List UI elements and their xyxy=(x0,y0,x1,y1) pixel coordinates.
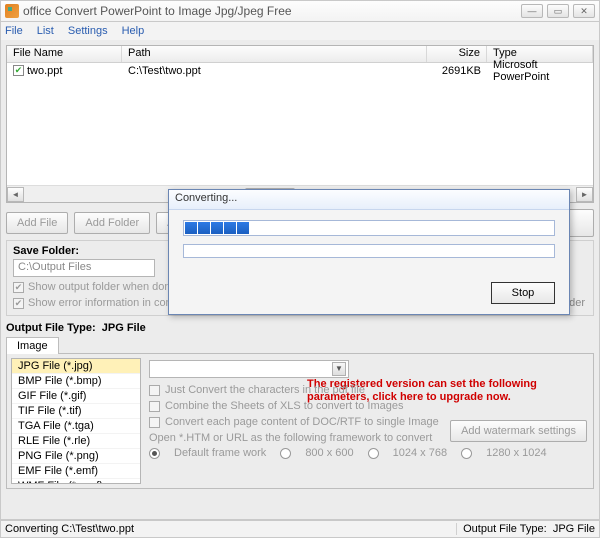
menu-settings[interactable]: Settings xyxy=(68,25,108,37)
image-options: ▼ Just Convert the characters in the pdf… xyxy=(145,354,593,488)
menu-help[interactable]: Help xyxy=(122,25,145,37)
minimize-button[interactable]: — xyxy=(521,4,543,18)
scroll-right-icon[interactable]: ► xyxy=(576,187,593,202)
image-dropdown[interactable]: ▼ xyxy=(149,360,349,378)
output-path-input[interactable]: C:\Output Files xyxy=(13,259,155,277)
list-item[interactable]: PNG File (*.png) xyxy=(12,449,140,464)
list-item[interactable]: TGA File (*.tga) xyxy=(12,419,140,434)
show-folder-label: Show output folder when done xyxy=(28,281,177,293)
add-file-button[interactable]: Add File xyxy=(6,212,68,234)
each-page-checkbox[interactable] xyxy=(149,417,160,428)
file-list: File Name Path Size Type ✔ two.ppt C:\Te… xyxy=(6,45,594,203)
table-row[interactable]: ✔ two.ppt C:\Test\two.ppt 2691KB Microso… xyxy=(7,63,593,78)
list-item[interactable]: RLE File (*.rle) xyxy=(12,434,140,449)
converting-dialog: Converting... Stop xyxy=(168,189,570,315)
status-right: Output File Type: JPG File xyxy=(457,523,595,535)
combine-xls-checkbox[interactable] xyxy=(149,401,160,412)
maximize-button[interactable]: ▭ xyxy=(547,4,569,18)
close-button[interactable]: ✕ xyxy=(573,4,595,18)
dialog-title: Converting... xyxy=(169,190,569,210)
menubar: File List Settings Help xyxy=(0,22,600,40)
fw-800-radio[interactable] xyxy=(280,448,291,459)
chevron-down-icon[interactable]: ▼ xyxy=(332,362,346,376)
window-title: office Convert PowerPoint to Image Jpg/J… xyxy=(23,4,521,18)
col-size[interactable]: Size xyxy=(427,46,487,62)
fw-default-radio[interactable] xyxy=(149,448,160,459)
list-item[interactable]: TIF File (*.tif) xyxy=(12,404,140,419)
format-list[interactable]: JPG File (*.jpg) BMP File (*.bmp) GIF Fi… xyxy=(11,358,141,484)
status-left: Converting C:\Test\two.ppt xyxy=(5,523,457,535)
row-size: 2691KB xyxy=(427,65,487,77)
progress-bar-total xyxy=(183,244,555,258)
tab-body: JPG File (*.jpg) BMP File (*.bmp) GIF Fi… xyxy=(6,353,594,489)
list-item[interactable]: BMP File (*.bmp) xyxy=(12,374,140,389)
watermark-button[interactable]: Add watermark settings xyxy=(450,420,587,442)
menu-list[interactable]: List xyxy=(37,25,54,37)
show-error-checkbox[interactable]: ✔ xyxy=(13,298,24,309)
row-type: Microsoft PowerPoint xyxy=(487,59,593,83)
list-item[interactable]: EMF File (*.emf) xyxy=(12,464,140,479)
titlebar: office Convert PowerPoint to Image Jpg/J… xyxy=(0,0,600,22)
fw-1280-radio[interactable] xyxy=(461,448,472,459)
each-page-label: Convert each page content of DOC/RTF to … xyxy=(165,416,439,428)
combine-xls-label: Combine the Sheets of XLS to convert to … xyxy=(165,400,403,412)
col-path[interactable]: Path xyxy=(122,46,427,62)
output-type-label: Output File Type: JPG File xyxy=(6,322,594,334)
just-convert-checkbox[interactable] xyxy=(149,385,160,396)
progress-bar-file xyxy=(183,220,555,236)
row-path: C:\Test\two.ppt xyxy=(122,65,427,77)
list-item[interactable]: GIF File (*.gif) xyxy=(12,389,140,404)
stop-button[interactable]: Stop xyxy=(491,282,555,304)
scroll-left-icon[interactable]: ◄ xyxy=(7,187,24,202)
menu-file[interactable]: File xyxy=(5,25,23,37)
show-folder-checkbox[interactable]: ✔ xyxy=(13,282,24,293)
row-checkbox[interactable]: ✔ xyxy=(13,65,24,76)
add-folder-button[interactable]: Add Folder xyxy=(74,212,150,234)
row-filename: two.ppt xyxy=(27,65,62,77)
fw-1024-radio[interactable] xyxy=(368,448,379,459)
just-convert-label: Just Convert the characters in the pdf f… xyxy=(165,384,365,396)
col-filename[interactable]: File Name xyxy=(7,46,122,62)
list-item[interactable]: JPG File (*.jpg) xyxy=(12,359,140,374)
tabstrip: Image xyxy=(6,336,594,353)
tab-image[interactable]: Image xyxy=(6,337,59,354)
statusbar: Converting C:\Test\two.ppt Output File T… xyxy=(0,520,600,538)
list-item[interactable]: WMF File (*.wmf) xyxy=(12,479,140,484)
app-icon xyxy=(5,4,19,18)
